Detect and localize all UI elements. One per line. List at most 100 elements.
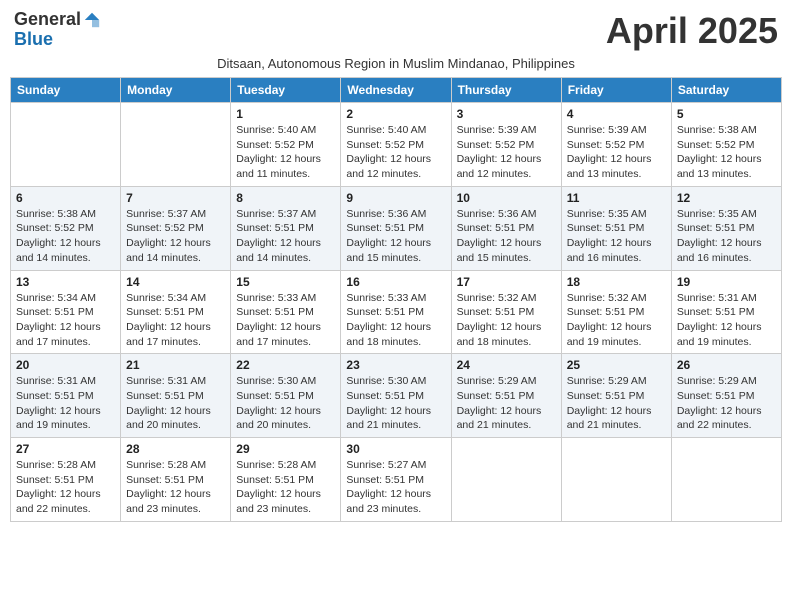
day-number: 25 (567, 358, 666, 372)
calendar-cell: 15 Sunrise: 5:33 AMSunset: 5:51 PMDayligh… (231, 270, 341, 354)
day-number: 26 (677, 358, 776, 372)
weekday-header: Thursday (451, 78, 561, 103)
calendar-cell: 26 Sunrise: 5:29 AMSunset: 5:51 PMDayligh… (671, 354, 781, 438)
day-number: 14 (126, 275, 225, 289)
calendar-cell (561, 438, 671, 522)
day-number: 5 (677, 107, 776, 121)
weekday-header: Monday (121, 78, 231, 103)
month-title: April 2025 (606, 10, 778, 52)
day-number: 12 (677, 191, 776, 205)
day-info: Sunrise: 5:31 AMSunset: 5:51 PMDaylight:… (677, 291, 776, 350)
day-info: Sunrise: 5:32 AMSunset: 5:51 PMDaylight:… (567, 291, 666, 350)
calendar-cell: 30 Sunrise: 5:27 AMSunset: 5:51 PMDayligh… (341, 438, 451, 522)
day-info: Sunrise: 5:38 AMSunset: 5:52 PMDaylight:… (677, 123, 776, 182)
calendar-cell: 19Sunrise: 5:31 AMSunset: 5:51 PMDayligh… (671, 270, 781, 354)
day-info: Sunrise: 5:31 AMSunset: 5:51 PMDaylight:… (126, 374, 225, 433)
calendar-cell: 4 Sunrise: 5:39 AMSunset: 5:52 PMDaylight… (561, 103, 671, 187)
day-number: 27 (16, 442, 115, 456)
day-number: 21 (126, 358, 225, 372)
calendar-cell: 10 Sunrise: 5:36 AMSunset: 5:51 PMDayligh… (451, 186, 561, 270)
calendar-cell: 5 Sunrise: 5:38 AMSunset: 5:52 PMDaylight… (671, 103, 781, 187)
day-number: 20 (16, 358, 115, 372)
calendar-week-row: 13 Sunrise: 5:34 AMSunset: 5:51 PMDayligh… (11, 270, 782, 354)
day-number: 2 (346, 107, 445, 121)
header: General Blue April 2025 (10, 10, 782, 52)
day-number: 22 (236, 358, 335, 372)
calendar-cell: 16 Sunrise: 5:33 AMSunset: 5:51 PMDayligh… (341, 270, 451, 354)
day-number: 28 (126, 442, 225, 456)
day-number: 29 (236, 442, 335, 456)
calendar-cell: 12Sunrise: 5:35 AMSunset: 5:51 PMDayligh… (671, 186, 781, 270)
day-info: Sunrise: 5:39 AMSunset: 5:52 PMDaylight:… (567, 123, 666, 182)
calendar-cell: 13 Sunrise: 5:34 AMSunset: 5:51 PMDayligh… (11, 270, 121, 354)
calendar-cell: 17 Sunrise: 5:32 AMSunset: 5:51 PMDayligh… (451, 270, 561, 354)
day-number: 9 (346, 191, 445, 205)
calendar-cell: 22 Sunrise: 5:30 AMSunset: 5:51 PMDayligh… (231, 354, 341, 438)
day-number: 13 (16, 275, 115, 289)
calendar-cell (11, 103, 121, 187)
day-info: Sunrise: 5:35 AMSunset: 5:51 PMDaylight:… (567, 207, 666, 266)
calendar-cell: 3 Sunrise: 5:39 AMSunset: 5:52 PMDaylight… (451, 103, 561, 187)
day-info: Sunrise: 5:32 AMSunset: 5:51 PMDaylight:… (457, 291, 556, 350)
day-info: Sunrise: 5:34 AMSunset: 5:51 PMDaylight:… (16, 291, 115, 350)
calendar-cell: 27Sunrise: 5:28 AMSunset: 5:51 PMDayligh… (11, 438, 121, 522)
day-info: Sunrise: 5:29 AMSunset: 5:51 PMDaylight:… (567, 374, 666, 433)
day-number: 10 (457, 191, 556, 205)
day-number: 16 (346, 275, 445, 289)
logo: General Blue (14, 10, 101, 50)
weekday-header: Saturday (671, 78, 781, 103)
weekday-header: Sunday (11, 78, 121, 103)
day-number: 11 (567, 191, 666, 205)
day-info: Sunrise: 5:27 AMSunset: 5:51 PMDaylight:… (346, 458, 445, 517)
calendar-cell (671, 438, 781, 522)
day-info: Sunrise: 5:33 AMSunset: 5:51 PMDaylight:… (346, 291, 445, 350)
logo-blue: Blue (14, 30, 53, 50)
calendar-cell: 28 Sunrise: 5:28 AMSunset: 5:51 PMDayligh… (121, 438, 231, 522)
calendar-subtitle: Ditsaan, Autonomous Region in Muslim Min… (10, 56, 782, 71)
day-number: 8 (236, 191, 335, 205)
day-number: 17 (457, 275, 556, 289)
calendar-cell (121, 103, 231, 187)
logo-icon (83, 11, 101, 29)
calendar-cell: 11 Sunrise: 5:35 AMSunset: 5:51 PMDayligh… (561, 186, 671, 270)
day-info: Sunrise: 5:29 AMSunset: 5:51 PMDaylight:… (677, 374, 776, 433)
day-number: 1 (236, 107, 335, 121)
day-info: Sunrise: 5:30 AMSunset: 5:51 PMDaylight:… (236, 374, 335, 433)
day-info: Sunrise: 5:28 AMSunset: 5:51 PMDaylight:… (126, 458, 225, 517)
day-info: Sunrise: 5:40 AMSunset: 5:52 PMDaylight:… (346, 123, 445, 182)
day-number: 15 (236, 275, 335, 289)
logo-general: General (14, 10, 81, 30)
day-number: 30 (346, 442, 445, 456)
weekday-header: Tuesday (231, 78, 341, 103)
day-info: Sunrise: 5:31 AMSunset: 5:51 PMDaylight:… (16, 374, 115, 433)
calendar-week-row: 20 Sunrise: 5:31 AMSunset: 5:51 PMDayligh… (11, 354, 782, 438)
calendar-cell: 18 Sunrise: 5:32 AMSunset: 5:51 PMDayligh… (561, 270, 671, 354)
day-info: Sunrise: 5:37 AMSunset: 5:52 PMDaylight:… (126, 207, 225, 266)
weekday-header-row: SundayMondayTuesdayWednesdayThursdayFrid… (11, 78, 782, 103)
weekday-header: Wednesday (341, 78, 451, 103)
calendar-table: SundayMondayTuesdayWednesdayThursdayFrid… (10, 77, 782, 522)
calendar-cell (451, 438, 561, 522)
day-number: 3 (457, 107, 556, 121)
day-info: Sunrise: 5:33 AMSunset: 5:51 PMDaylight:… (236, 291, 335, 350)
day-number: 6 (16, 191, 115, 205)
calendar-cell: 6Sunrise: 5:38 AMSunset: 5:52 PMDaylight… (11, 186, 121, 270)
day-info: Sunrise: 5:29 AMSunset: 5:51 PMDaylight:… (457, 374, 556, 433)
day-info: Sunrise: 5:28 AMSunset: 5:51 PMDaylight:… (236, 458, 335, 517)
calendar-cell: 24 Sunrise: 5:29 AMSunset: 5:51 PMDayligh… (451, 354, 561, 438)
day-number: 24 (457, 358, 556, 372)
calendar-cell: 20 Sunrise: 5:31 AMSunset: 5:51 PMDayligh… (11, 354, 121, 438)
day-number: 4 (567, 107, 666, 121)
day-info: Sunrise: 5:30 AMSunset: 5:51 PMDaylight:… (346, 374, 445, 433)
calendar-cell: 21 Sunrise: 5:31 AMSunset: 5:51 PMDayligh… (121, 354, 231, 438)
calendar-cell: 23 Sunrise: 5:30 AMSunset: 5:51 PMDayligh… (341, 354, 451, 438)
day-info: Sunrise: 5:34 AMSunset: 5:51 PMDaylight:… (126, 291, 225, 350)
day-info: Sunrise: 5:36 AMSunset: 5:51 PMDaylight:… (457, 207, 556, 266)
day-number: 23 (346, 358, 445, 372)
weekday-header: Friday (561, 78, 671, 103)
calendar-cell: 8Sunrise: 5:37 AMSunset: 5:51 PMDaylight… (231, 186, 341, 270)
calendar-cell: 7Sunrise: 5:37 AMSunset: 5:52 PMDaylight… (121, 186, 231, 270)
calendar-cell: 25 Sunrise: 5:29 AMSunset: 5:51 PMDayligh… (561, 354, 671, 438)
day-info: Sunrise: 5:39 AMSunset: 5:52 PMDaylight:… (457, 123, 556, 182)
day-number: 18 (567, 275, 666, 289)
